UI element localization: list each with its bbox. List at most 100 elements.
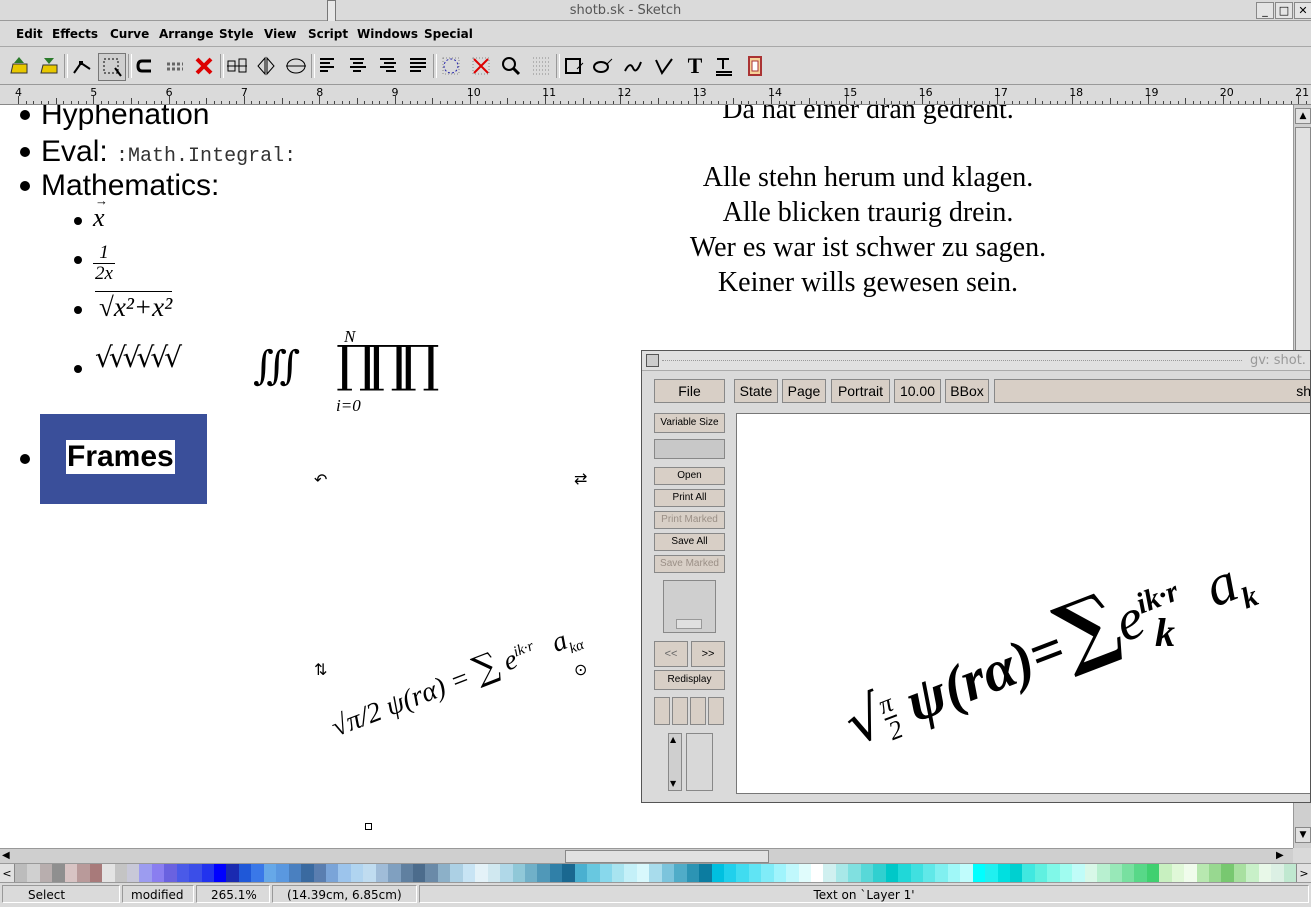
scroll-up-icon[interactable]: ▲	[1295, 108, 1311, 124]
gv-viewport[interactable]: √ π 2 ψ(rα)=∑eik·r ak k	[736, 413, 1310, 794]
palette-swatch[interactable]	[350, 864, 364, 883]
ellipse-icon[interactable]	[590, 53, 616, 79]
zoom-icon[interactable]	[498, 53, 524, 79]
menu-curve[interactable]: Curve	[110, 27, 149, 41]
gv-mark-toggle[interactable]	[690, 697, 706, 725]
palette-swatch[interactable]	[450, 864, 463, 883]
palette-swatch[interactable]	[388, 864, 401, 883]
palette-swatch[interactable]	[425, 864, 438, 883]
gv-mark-toggle[interactable]	[654, 697, 670, 725]
gv-redisplay-button[interactable]: Redisplay	[654, 670, 725, 690]
palette-swatch[interactable]	[437, 864, 451, 883]
palette-swatch[interactable]	[139, 864, 152, 883]
palette-swatch[interactable]	[1034, 864, 1048, 883]
menu-edit[interactable]: Edit	[16, 27, 43, 41]
gv-panner[interactable]	[663, 580, 716, 633]
palette-swatch[interactable]	[39, 864, 53, 883]
palette-swatch[interactable]	[114, 864, 127, 883]
palette-swatch[interactable]	[1184, 864, 1197, 883]
palette-swatch[interactable]	[1072, 864, 1085, 883]
palette-swatch[interactable]	[686, 864, 700, 883]
palette-swatch[interactable]	[301, 864, 314, 883]
palette-swatch[interactable]	[1171, 864, 1185, 883]
palette-swatch[interactable]	[1283, 864, 1296, 883]
palette-swatch[interactable]	[151, 864, 165, 883]
menu-arrange[interactable]: Arrange	[159, 27, 214, 41]
shear-handle-icon[interactable]: ⇄	[574, 469, 587, 488]
palette-swatch[interactable]	[77, 864, 90, 883]
palette-swatch[interactable]	[811, 864, 824, 883]
color-palette[interactable]: < >	[0, 863, 1311, 883]
palette-swatch[interactable]	[1221, 864, 1234, 883]
palette-swatch[interactable]	[176, 864, 190, 883]
gv-orientation-button[interactable]: Portrait	[831, 379, 890, 403]
gv-window[interactable]: gv: shot. File State Page Portrait 10.00…	[641, 350, 1311, 803]
gv-print-marked-button[interactable]: Print Marked	[654, 511, 725, 529]
gv-variable-size-button[interactable]: Variable Size	[654, 413, 725, 433]
palette-swatch[interactable]	[1159, 864, 1172, 883]
gv-filename-button[interactable]: sh	[994, 379, 1310, 403]
gv-save-all-button[interactable]: Save All	[654, 533, 725, 551]
open-icon[interactable]	[6, 53, 32, 79]
no-snap-icon[interactable]	[468, 53, 494, 79]
flip-horizontal-icon[interactable]	[283, 53, 309, 79]
rotation-center-icon[interactable]: ⊙	[574, 660, 587, 679]
palette-swatch[interactable]	[848, 864, 861, 883]
gv-mark-toggle[interactable]	[672, 697, 688, 725]
gv-next-button[interactable]: >>	[691, 641, 725, 667]
palette-swatch[interactable]	[786, 864, 799, 883]
palette-swatch[interactable]	[1233, 864, 1247, 883]
palette-swatch[interactable]	[462, 864, 476, 883]
menu-special[interactable]: Special	[424, 27, 473, 41]
palette-swatch[interactable]	[27, 864, 40, 883]
gv-zoom-button[interactable]: 10.00	[894, 379, 941, 403]
palette-swatch[interactable]	[823, 864, 836, 883]
gv-panner-slider[interactable]	[676, 619, 702, 629]
palette-swatch[interactable]	[699, 864, 712, 883]
bezier-icon[interactable]	[651, 53, 677, 79]
text-center-icon[interactable]	[345, 53, 371, 79]
shear-vertical-handle-icon[interactable]: ⇅	[314, 660, 327, 679]
grid-icon[interactable]	[528, 53, 554, 79]
delete-icon[interactable]	[191, 53, 217, 79]
palette-swatch[interactable]	[1010, 864, 1023, 883]
gv-titlebar[interactable]: gv: shot.	[642, 351, 1310, 371]
palette-swatch[interactable]	[624, 864, 637, 883]
palette-swatch[interactable]	[935, 864, 948, 883]
frames-box[interactable]: Frames	[40, 414, 207, 504]
palette-swatch[interactable]	[562, 864, 575, 883]
gv-size-field[interactable]	[654, 439, 725, 459]
palette-swatch[interactable]	[860, 864, 874, 883]
horizontal-scroll-thumb[interactable]	[565, 850, 769, 863]
palette-swatch[interactable]	[313, 864, 326, 883]
palette-swatch[interactable]	[251, 864, 264, 883]
select-mode-icon[interactable]	[98, 53, 126, 81]
palette-swatch[interactable]	[985, 864, 998, 883]
palette-swatch[interactable]	[910, 864, 923, 883]
gv-list-down-icon[interactable]: ▼	[670, 779, 676, 788]
gv-print-all-button[interactable]: Print All	[654, 489, 725, 507]
palette-swatch[interactable]	[1059, 864, 1073, 883]
redo-icon[interactable]	[162, 53, 188, 79]
palette-swatch[interactable]	[723, 864, 737, 883]
palette-swatch[interactable]	[649, 864, 662, 883]
text-path-icon[interactable]	[711, 53, 737, 79]
palette-swatch[interactable]	[1109, 864, 1122, 883]
palette-swatch[interactable]	[574, 864, 588, 883]
palette-swatch[interactable]	[363, 864, 376, 883]
palette-swatch[interactable]	[375, 864, 389, 883]
gv-page-list-scrollbar[interactable]: ▲ ▼	[668, 733, 682, 791]
palette-swatch[interactable]	[1146, 864, 1160, 883]
palette-swatch[interactable]	[238, 864, 252, 883]
palette-swatch[interactable]	[947, 864, 961, 883]
close-button[interactable]: ✕	[1294, 2, 1311, 19]
image-icon[interactable]	[742, 53, 768, 79]
gv-prev-button[interactable]: <<	[654, 641, 688, 667]
palette-swatch[interactable]	[835, 864, 849, 883]
palette-swatch[interactable]	[487, 864, 501, 883]
palette-swatch[interactable]	[736, 864, 749, 883]
palette-swatch[interactable]	[102, 864, 115, 883]
gv-window-menu-icon[interactable]	[646, 354, 659, 367]
palette-swatch[interactable]	[1121, 864, 1135, 883]
palette-swatch[interactable]	[537, 864, 550, 883]
